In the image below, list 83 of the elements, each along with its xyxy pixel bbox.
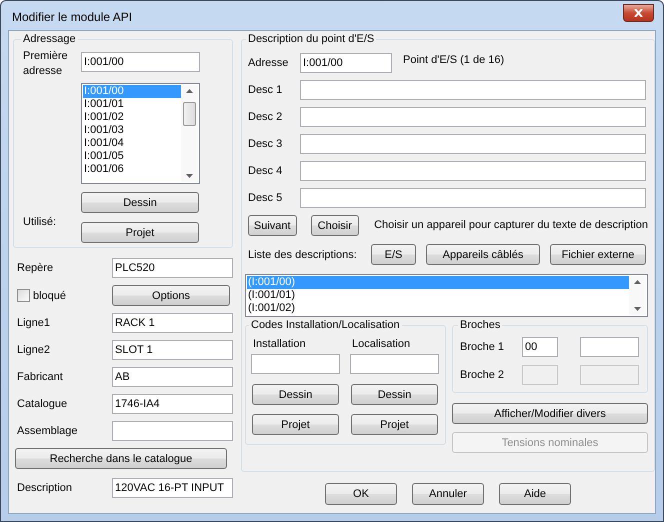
column-label: Installation [253,338,307,350]
action-button[interactable]: Dessin [81,192,199,213]
field-label: Description [17,482,74,494]
source-button[interactable]: Fichier externe [550,244,646,265]
text-field[interactable]: I:001/00 [300,53,392,73]
close-icon[interactable] [634,8,643,16]
text-field[interactable] [300,188,646,208]
dialog-button[interactable]: Annuler [412,483,484,505]
field-label: Assemblage [17,425,79,437]
checkbox[interactable] [17,289,30,302]
position-text: Point d'E/S (1 de 16) [403,54,504,66]
choose-button[interactable]: Choisir [310,215,360,236]
text-field[interactable] [350,354,439,374]
scroll-down-icon[interactable] [186,174,193,178]
scrollbar[interactable] [629,276,646,315]
field-label: Ligne2 [17,344,52,356]
catalog-search-button[interactable]: Recherche dans le catalogue [15,448,227,469]
field-label: Repère [17,262,54,274]
misc-button[interactable]: Afficher/Modifier divers [452,403,648,424]
text-field[interactable] [112,421,233,441]
scroll-down-icon[interactable] [634,307,641,311]
list-item[interactable]: I:001/04 [83,137,181,150]
text-field[interactable] [580,337,639,357]
text-field[interactable] [251,354,340,374]
list-item[interactable]: I:001/06 [83,163,181,176]
scrollbar[interactable] [181,85,198,182]
text-field[interactable]: AB [112,367,233,387]
text-field[interactable]: 120VAC 16-PT INPUT [112,478,233,498]
source-button[interactable]: E/S [371,244,416,265]
list-item[interactable]: (I:001/02) [247,302,629,315]
field-label: Desc 4 [248,165,284,177]
scroll-thumb[interactable] [183,102,196,126]
field-label: Adresse [248,57,290,69]
dialog-button[interactable]: OK [325,483,397,505]
scroll-up-icon[interactable] [186,89,193,93]
close-button[interactable] [623,4,654,22]
text-field[interactable] [300,161,646,181]
hint-text: Choisir un appareil pour capturer du texte de description [374,218,648,230]
group-title: Adressage [22,33,77,45]
field-label: Desc 3 [248,138,284,150]
text-field[interactable] [300,134,646,154]
column-label: Localisation [352,338,412,350]
group-title: Codes Installation/Localisation [250,319,401,331]
action-button[interactable]: Dessin [252,384,339,405]
list-box[interactable]: (I:001/00) (I:001/01) (I:001/02) [245,274,648,317]
options-button[interactable]: Options [112,285,230,306]
dialog-button[interactable]: Aide [499,483,571,505]
field-label: Broche 2 [460,369,506,381]
action-button[interactable]: Dessin [351,384,438,405]
action-button[interactable]: Projet [81,222,199,243]
text-field[interactable] [300,107,646,127]
field-label: Broche 1 [460,341,506,353]
field-label: Fabricant [17,371,64,383]
text-field[interactable]: SLOT 1 [112,340,233,360]
field-label: Ligne1 [17,317,52,329]
list-item[interactable]: I:001/03 [83,124,181,137]
field-label: Utilisé: [23,216,58,228]
field-label: Première adresse [23,49,69,79]
field-label: Desc 5 [248,192,284,204]
list-item[interactable]: I:001/05 [83,150,181,163]
group-title: Description du point d'E/S [247,33,376,45]
field-label: Desc 1 [248,84,284,96]
checkbox-label: bloqué [33,290,66,302]
list-item[interactable]: I:001/01 [83,98,181,111]
text-field[interactable]: 1746-IA4 [112,394,233,414]
text-field[interactable]: I:001/00 [81,52,200,72]
list-box[interactable]: I:001/00 I:001/01 I:001/02 I:001/03 I:001/04 I:001/05 I:001/06 [81,83,200,184]
field-label: Desc 2 [248,111,284,123]
scroll-up-icon[interactable] [634,280,641,284]
list-item[interactable]: I:001/02 [83,111,181,124]
next-button[interactable]: Suivant [248,215,297,236]
source-button[interactable]: Appareils câblés [426,244,540,265]
list-label: Liste des descriptions: [248,248,358,260]
window-title: Modifier le module API [12,10,132,24]
list-item[interactable]: (I:001/01) [247,289,629,302]
text-field[interactable] [300,80,646,100]
text-field[interactable]: 00 [522,337,558,357]
field-label: Catalogue [17,398,68,410]
action-button[interactable]: Projet [252,414,339,435]
text-field[interactable]: RACK 1 [112,313,233,333]
group-title: Broches [459,319,502,331]
action-button[interactable]: Projet [351,414,438,435]
text-field[interactable]: PLC520 [112,258,233,278]
